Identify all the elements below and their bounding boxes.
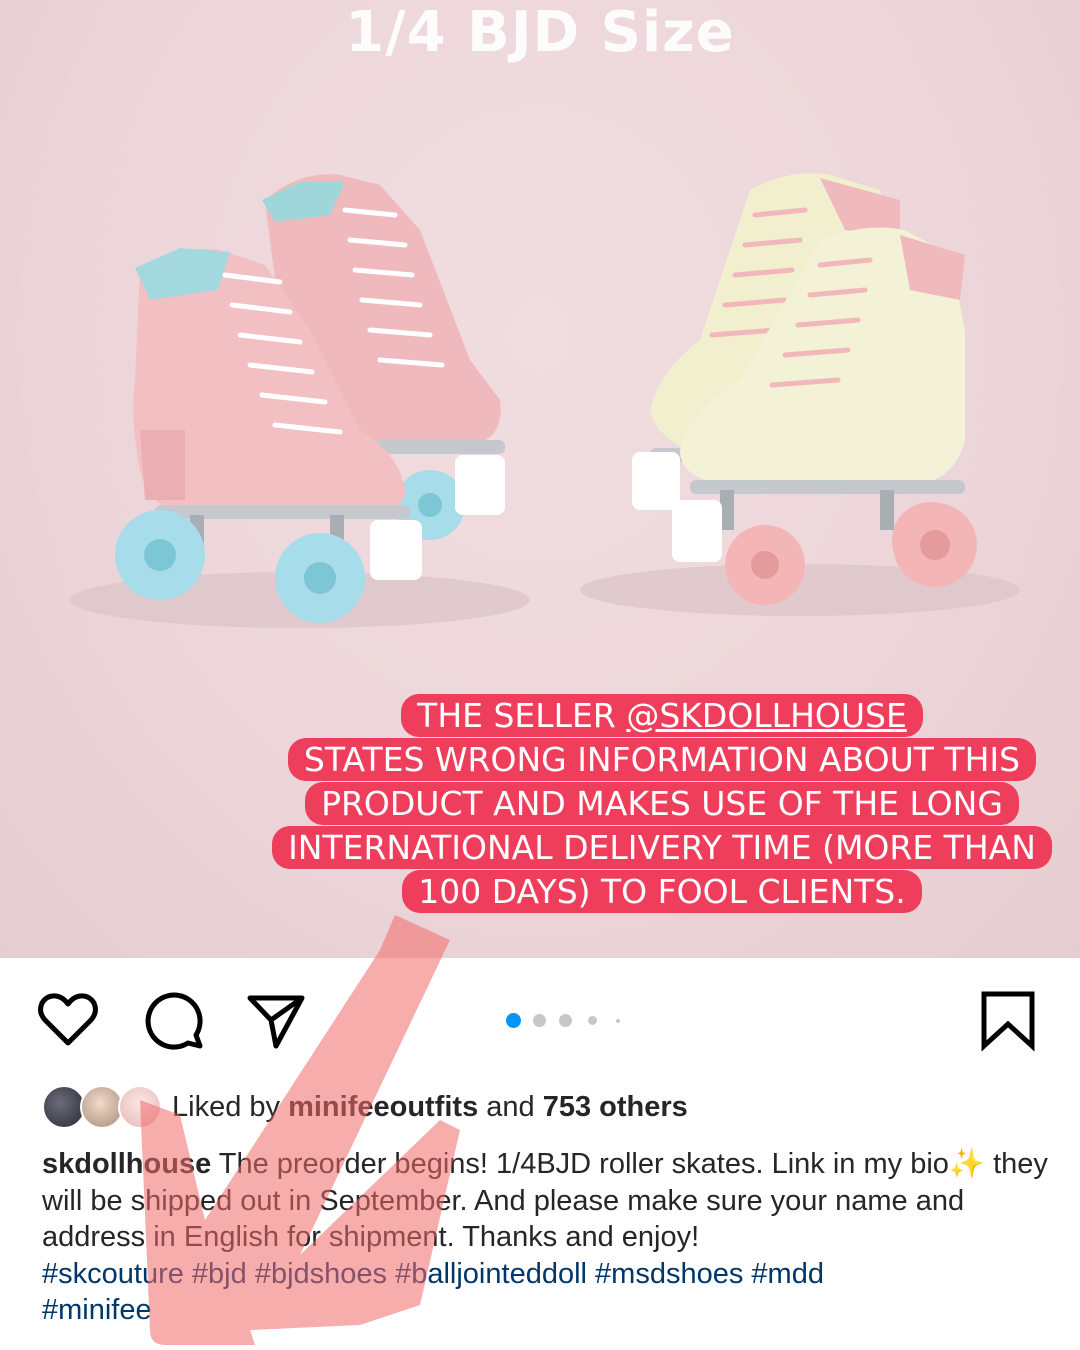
hashtag[interactable]: #mdd — [751, 1258, 824, 1290]
likes-count[interactable]: 753 others — [543, 1091, 688, 1123]
liker-username[interactable]: minifeeoutfits — [288, 1091, 478, 1123]
likes-summary: Liked by minifeeoutfits and 753 others — [172, 1087, 688, 1127]
carousel-dot-active[interactable] — [506, 1013, 521, 1028]
post-image[interactable]: 1/4 BJD Size THE SELLER @SKDOLLHOUSE STA… — [0, 0, 1080, 958]
carousel-dot[interactable] — [616, 1019, 620, 1023]
hashtag[interactable]: #balljointeddoll — [395, 1258, 587, 1290]
overlay-line-1-prefix: THE SELLER — [417, 696, 627, 735]
overlay-line-5: 100 DAYS) TO FOOL CLIENTS. — [402, 870, 922, 913]
caption-text-1: The preorder begins! 1/4BJD roller skate… — [211, 1148, 949, 1180]
likes-prefix: Liked by — [172, 1091, 289, 1123]
hashtag[interactable]: #msdshoes — [595, 1258, 743, 1290]
hashtag[interactable]: #skcouture — [42, 1258, 184, 1290]
carousel-dot[interactable] — [533, 1014, 546, 1027]
avatar[interactable] — [118, 1085, 162, 1129]
hashtag[interactable]: #minifee — [42, 1294, 152, 1326]
carousel-dot[interactable] — [588, 1016, 597, 1025]
story-text-overlay: THE SELLER @SKDOLLHOUSE STATES WRONG INF… — [262, 694, 1062, 914]
caption-username[interactable]: skdollhouse — [42, 1148, 211, 1180]
overlay-line-1: THE SELLER @SKDOLLHOUSE — [401, 694, 923, 737]
cream-skate-front — [672, 227, 977, 605]
overlay-line-2: STATES WRONG INFORMATION ABOUT THIS — [287, 738, 1037, 781]
photo-title: 1/4 BJD Size — [345, 0, 735, 65]
carousel-dot[interactable] — [559, 1014, 572, 1027]
seller-mention[interactable]: @SKDOLLHOUSE — [626, 696, 906, 735]
hashtag[interactable]: #bjdshoes — [255, 1258, 387, 1290]
post-caption: skdollhouse The preorder begins! 1/4BJD … — [42, 1146, 1052, 1329]
likes-middle: and — [478, 1091, 543, 1123]
likes-row: Liked by minifeeoutfits and 753 others — [42, 1085, 1042, 1131]
sparkles-icon: ✨ — [948, 1148, 986, 1180]
hashtag[interactable]: #bjd — [192, 1258, 247, 1290]
overlay-line-4: INTERNATIONAL DELIVERY TIME (MORE THAN — [272, 826, 1052, 869]
carousel-indicator — [0, 1013, 1080, 1029]
overlay-line-3: PRODUCT AND MAKES USE OF THE LONG — [305, 782, 1019, 825]
